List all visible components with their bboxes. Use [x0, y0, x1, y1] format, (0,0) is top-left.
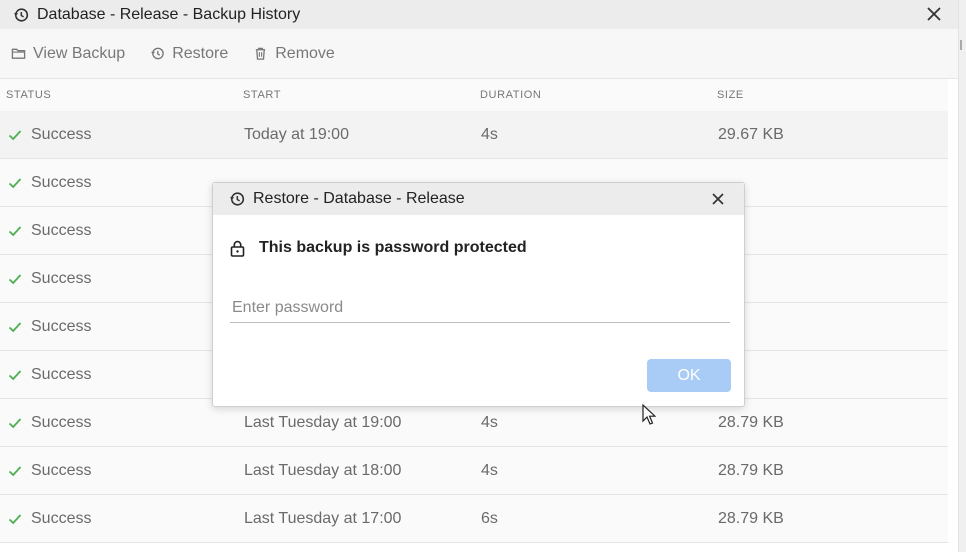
close-icon[interactable]: [711, 192, 725, 206]
start-cell: Last Tuesday at 18:00: [244, 462, 402, 479]
table-row[interactable]: Success Today at 19:00 4s 29.67 KB: [0, 111, 948, 159]
header-duration[interactable]: DURATION: [480, 89, 541, 101]
status-text: Success: [31, 222, 92, 239]
view-backup-button[interactable]: View Backup: [11, 39, 125, 69]
folder-icon: [11, 48, 26, 59]
table-row[interactable]: Success Last Tuesday at 17:00 6s 28.79 KB: [0, 495, 948, 543]
status-text: Success: [31, 510, 92, 527]
status-cell: Success: [8, 366, 91, 384]
trash-icon: [256, 47, 266, 60]
window-title: Database - Release - Backup History: [37, 5, 301, 23]
remove-label: Remove: [275, 44, 335, 62]
check-icon: [8, 370, 22, 381]
mouse-cursor-icon: [642, 404, 656, 425]
check-icon: [8, 226, 22, 237]
window-titlebar: Database - Release - Backup History: [0, 0, 958, 29]
status-cell: Success: [8, 126, 91, 144]
duration-cell: 4s: [481, 462, 498, 479]
dialog-message-text: This backup is password protected: [259, 239, 527, 256]
view-backup-label: View Backup: [33, 44, 126, 62]
status-text: Success: [31, 174, 92, 191]
size-cell: 28.79 KB: [718, 414, 784, 431]
start-cell: Last Tuesday at 19:00: [244, 414, 402, 431]
lock-icon: [230, 240, 245, 257]
header-status[interactable]: STATUS: [6, 89, 51, 101]
check-icon: [8, 418, 22, 429]
history-icon: [229, 192, 245, 206]
size-cell: 29.67 KB: [718, 126, 784, 143]
start-cell: Last Tuesday at 17:00: [244, 510, 402, 527]
status-text: Success: [31, 318, 92, 335]
history-icon: [151, 47, 164, 60]
restore-label: Restore: [172, 44, 229, 62]
size-cell: 28.79 KB: [718, 462, 784, 479]
check-icon: [8, 514, 22, 525]
table-header: STATUS START DURATION SIZE: [0, 79, 948, 111]
close-icon[interactable]: [926, 6, 942, 22]
duration-cell: 4s: [481, 414, 498, 431]
check-icon: [8, 322, 22, 333]
status-text: Success: [31, 462, 92, 479]
scrollbar-grip[interactable]: [960, 40, 966, 50]
dialog-title: Restore - Database - Release: [253, 190, 465, 207]
toolbar: View Backup Restore Remove: [0, 29, 958, 79]
status-cell: Success: [8, 414, 91, 432]
start-cell: Today at 19:00: [244, 126, 349, 143]
history-icon: [13, 7, 29, 22]
size-cell: 28.79 KB: [718, 510, 784, 527]
duration-cell: 4s: [481, 126, 498, 143]
restore-button[interactable]: Restore: [150, 39, 228, 69]
duration-cell: 6s: [481, 510, 498, 527]
status-cell: Success: [8, 174, 91, 192]
status-cell: Success: [8, 318, 91, 336]
status-text: Success: [31, 126, 92, 143]
password-input[interactable]: [230, 293, 730, 323]
check-icon: [8, 130, 22, 141]
status-text: Success: [31, 414, 92, 431]
check-icon: [8, 466, 22, 477]
header-start[interactable]: START: [243, 89, 281, 101]
table-row[interactable]: Success Last Tuesday at 18:00 4s 28.79 KB: [0, 447, 948, 495]
scrollbar[interactable]: [958, 0, 966, 552]
dialog-header: Restore - Database - Release: [213, 183, 744, 215]
status-text: Success: [31, 366, 92, 383]
status-text: Success: [31, 270, 92, 287]
restore-dialog: Restore - Database - Release This backup…: [212, 182, 745, 407]
status-cell: Success: [8, 222, 91, 240]
remove-button[interactable]: Remove: [253, 39, 335, 69]
status-cell: Success: [8, 270, 91, 288]
status-cell: Success: [8, 510, 91, 528]
dialog-message: This backup is password protected: [230, 239, 527, 257]
status-cell: Success: [8, 462, 91, 480]
check-icon: [8, 274, 22, 285]
header-size[interactable]: SIZE: [717, 89, 744, 101]
ok-button[interactable]: OK: [647, 359, 731, 392]
check-icon: [8, 178, 22, 189]
